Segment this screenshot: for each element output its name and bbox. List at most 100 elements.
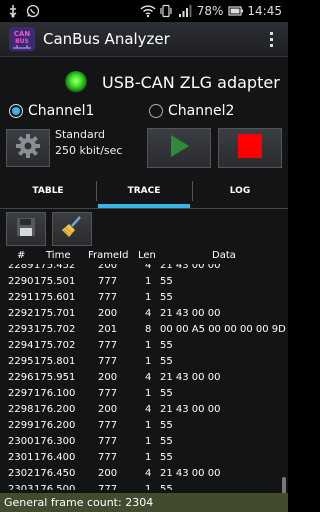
row-time: 175.702 bbox=[34, 324, 76, 335]
start-button[interactable] bbox=[147, 128, 211, 168]
row-time: 175.601 bbox=[34, 292, 76, 303]
row-time: 176.400 bbox=[34, 452, 76, 463]
row-index: 2301 bbox=[8, 452, 34, 463]
table-row[interactable]: 2292 175.701 200 4 21 43 00 00 bbox=[0, 307, 288, 323]
row-data: 55 bbox=[160, 276, 173, 287]
row-frameid: 777 bbox=[98, 420, 118, 431]
row-len: 1 bbox=[145, 292, 152, 303]
table-row[interactable]: 2301 176.400 777 1 55 bbox=[0, 451, 288, 467]
row-time: 176.300 bbox=[34, 436, 76, 447]
row-index: 2289 bbox=[8, 264, 34, 271]
save-button[interactable] bbox=[6, 212, 46, 246]
stop-button[interactable] bbox=[218, 128, 282, 168]
vibrate-icon bbox=[159, 4, 173, 18]
signal-icon bbox=[178, 4, 192, 18]
col-len: Len bbox=[138, 250, 156, 261]
clear-button[interactable] bbox=[52, 212, 92, 246]
col-time: Time bbox=[46, 250, 71, 261]
row-len: 1 bbox=[145, 484, 152, 490]
row-frameid: 200 bbox=[98, 404, 118, 415]
channel1-radio[interactable]: Channel1 bbox=[9, 103, 94, 119]
row-index: 2294 bbox=[8, 340, 34, 351]
row-index: 2291 bbox=[8, 292, 34, 303]
table-row[interactable]: 2303 176.500 777 1 55 bbox=[0, 483, 288, 490]
row-len: 4 bbox=[145, 372, 152, 383]
table-row[interactable]: 2293 175.702 201 8 00 00 A5 00 00 00 00 9D bbox=[0, 323, 288, 339]
row-time: 175.801 bbox=[34, 356, 76, 367]
table-row[interactable]: 2298 176.200 200 4 21 43 00 00 bbox=[0, 403, 288, 419]
row-len: 8 bbox=[145, 324, 152, 335]
col-index: # bbox=[17, 250, 26, 261]
table-row[interactable]: 2296 175.951 200 4 21 43 00 00 bbox=[0, 371, 288, 387]
settings-button[interactable] bbox=[6, 129, 50, 167]
row-time: 176.100 bbox=[34, 388, 76, 399]
row-frameid: 777 bbox=[98, 276, 118, 287]
row-time: 176.450 bbox=[34, 468, 76, 479]
save-icon bbox=[15, 216, 37, 242]
row-time: 176.200 bbox=[34, 420, 76, 431]
row-time: 176.500 bbox=[34, 484, 76, 490]
svg-text:CAN: CAN bbox=[14, 30, 31, 38]
row-time: 176.200 bbox=[34, 404, 76, 415]
table-row[interactable]: 2295 175.801 777 1 55 bbox=[0, 355, 288, 371]
table-row[interactable]: 2302 176.450 200 4 21 43 00 00 bbox=[0, 467, 288, 483]
row-len: 1 bbox=[145, 420, 152, 431]
tab-trace[interactable]: TRACE bbox=[96, 174, 192, 208]
row-frameid: 777 bbox=[98, 484, 118, 490]
table-row[interactable]: 2297 176.100 777 1 55 bbox=[0, 387, 288, 403]
usb-icon bbox=[6, 4, 20, 18]
row-len: 1 bbox=[145, 388, 152, 399]
row-frameid: 777 bbox=[98, 452, 118, 463]
row-data: 55 bbox=[160, 452, 173, 463]
trace-toolbar bbox=[6, 212, 92, 246]
tab-log[interactable]: LOG bbox=[192, 174, 288, 208]
row-data: 21 43 00 00 bbox=[160, 404, 221, 415]
frame-mode-text: Standard bbox=[55, 128, 106, 141]
status-led-icon bbox=[65, 71, 87, 93]
status-bar: 78% 14:45 bbox=[0, 0, 288, 22]
table-row[interactable]: 2290 175.501 777 1 55 bbox=[0, 275, 288, 291]
row-data: 55 bbox=[160, 484, 173, 490]
row-len: 4 bbox=[145, 468, 152, 479]
row-frameid: 200 bbox=[98, 468, 118, 479]
control-row: Standard 250 kbit/sec bbox=[0, 127, 288, 169]
row-time: 175.501 bbox=[34, 276, 76, 287]
row-time: 175.951 bbox=[34, 372, 76, 383]
adapter-row: USB-CAN ZLG adapter bbox=[0, 65, 288, 99]
main-content: USB-CAN ZLG adapter Channel1 Channel2 St… bbox=[0, 57, 288, 512]
bus-settings-info: Standard 250 kbit/sec bbox=[55, 127, 122, 159]
row-index: 2296 bbox=[8, 372, 34, 383]
row-frameid: 777 bbox=[98, 340, 118, 351]
radio-checked-icon bbox=[9, 104, 23, 118]
frame-count-text: General frame count: 2304 bbox=[4, 496, 154, 509]
stop-icon bbox=[237, 133, 263, 163]
trace-table-body[interactable]: 2289 175.452 200 4 21 43 00 00 2290 175.501 777… bbox=[0, 264, 288, 490]
adapter-name: USB-CAN ZLG adapter bbox=[102, 72, 280, 92]
battery-percent: 78% bbox=[196, 4, 224, 18]
row-frameid: 777 bbox=[98, 436, 118, 447]
overflow-menu-icon[interactable] bbox=[264, 28, 278, 50]
app-title: CanBus Analyzer bbox=[43, 30, 170, 48]
channel2-radio[interactable]: Channel2 bbox=[149, 103, 234, 119]
tab-table[interactable]: TABLE bbox=[0, 174, 96, 208]
table-row[interactable]: 2300 176.300 777 1 55 bbox=[0, 435, 288, 451]
wifi-icon bbox=[140, 4, 156, 18]
row-len: 1 bbox=[145, 276, 152, 287]
whatsapp-icon bbox=[26, 4, 40, 18]
tab-bar: TABLE TRACE LOG bbox=[0, 174, 288, 209]
table-row[interactable]: 2299 176.200 777 1 55 bbox=[0, 419, 288, 435]
bitrate-text: 250 kbit/sec bbox=[55, 144, 123, 157]
row-frameid: 200 bbox=[98, 264, 118, 271]
row-data: 55 bbox=[160, 292, 173, 303]
table-row[interactable]: 2294 175.702 777 1 55 bbox=[0, 339, 288, 355]
row-frameid: 200 bbox=[98, 308, 118, 319]
row-data: 55 bbox=[160, 420, 173, 431]
row-index: 2290 bbox=[8, 276, 34, 287]
table-row[interactable]: 2289 175.452 200 4 21 43 00 00 bbox=[0, 264, 288, 275]
table-row[interactable]: 2291 175.601 777 1 55 bbox=[0, 291, 288, 307]
trace-table-header: # Time FrameId Len Data bbox=[0, 250, 288, 264]
row-len: 4 bbox=[145, 308, 152, 319]
row-len: 1 bbox=[145, 436, 152, 447]
row-frameid: 200 bbox=[98, 372, 118, 383]
row-time: 175.702 bbox=[34, 340, 76, 351]
